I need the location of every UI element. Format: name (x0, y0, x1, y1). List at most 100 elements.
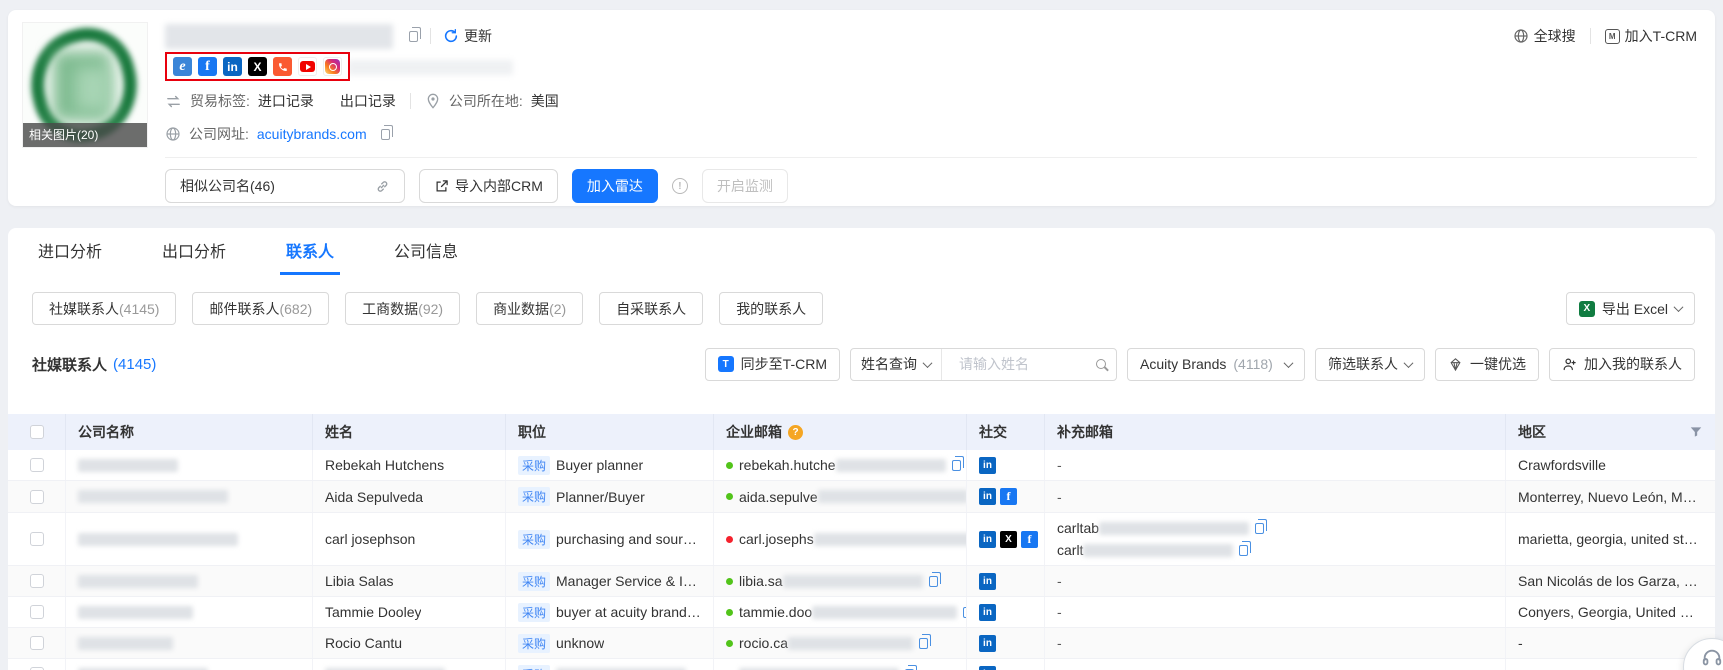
copy-icon[interactable] (1255, 523, 1264, 534)
facebook-icon[interactable]: f (1021, 531, 1038, 548)
website-icon[interactable]: e (173, 57, 192, 76)
facebook-icon[interactable]: f (198, 57, 217, 76)
select-all-checkbox[interactable] (30, 425, 44, 439)
redacted-text (78, 637, 173, 650)
tab-公司信息[interactable]: 公司信息 (388, 228, 464, 275)
copy-icon[interactable] (1239, 545, 1248, 556)
chevron-down-icon (923, 358, 933, 368)
linkedin-icon[interactable]: in (979, 488, 996, 505)
copy-company-name-icon[interactable] (409, 31, 418, 42)
copy-icon[interactable] (919, 638, 928, 649)
name-query-dropdown[interactable]: 姓名查询 (851, 349, 942, 380)
name-search-input[interactable] (949, 356, 1089, 372)
update-button[interactable]: 更新 (443, 26, 492, 46)
linkedin-icon[interactable]: in (979, 573, 996, 590)
export-excel-label: 导出 Excel (1602, 299, 1668, 319)
cell-social: in (967, 597, 1045, 627)
row-checkbox[interactable] (30, 605, 44, 619)
subtab-2[interactable]: 工商数据(92) (345, 292, 460, 325)
subtab-count: (2) (549, 301, 566, 317)
website-link[interactable]: acuitybrands.com (257, 126, 367, 142)
sync-tcrm-button[interactable]: T 同步至T-CRM (705, 348, 840, 381)
region-text: - (1518, 635, 1523, 651)
row-checkbox-cell (8, 659, 66, 670)
instagram-icon[interactable] (323, 57, 342, 76)
linkedin-icon[interactable]: in (979, 531, 996, 548)
tab-出口分析[interactable]: 出口分析 (156, 228, 232, 275)
linkedin-icon[interactable]: in (979, 666, 996, 670)
import-crm-button[interactable]: 导入内部CRM (419, 169, 558, 203)
tab-联系人[interactable]: 联系人 (280, 228, 340, 275)
cell-company (66, 659, 313, 670)
add-to-my-contacts-button[interactable]: 加入我的联系人 (1549, 348, 1695, 381)
subtab-label: 商业数据 (493, 299, 549, 319)
start-monitor-button[interactable]: 开启监测 (702, 169, 788, 203)
youtube-icon[interactable] (298, 57, 317, 76)
table-row: Libia Salas采购Manager Service & Invent...… (8, 566, 1715, 597)
export-excel-button[interactable]: X 导出 Excel (1566, 292, 1695, 325)
row-checkbox[interactable] (30, 490, 44, 504)
subtab-4[interactable]: 自采联系人 (599, 292, 703, 325)
linkedin-icon[interactable]: in (979, 604, 996, 621)
row-checkbox[interactable] (30, 574, 44, 588)
column-header-label: 社交 (979, 422, 1007, 442)
sync-tcrm-icon: T (718, 356, 734, 372)
position-text: purchasing and sourcing ... (556, 531, 701, 547)
add-to-my-contacts-label: 加入我的联系人 (1584, 354, 1682, 374)
position-text: Buyer planner (556, 457, 643, 473)
x-icon[interactable]: X (248, 57, 267, 76)
row-checkbox[interactable] (30, 636, 44, 650)
location-label: 公司所在地: (449, 91, 523, 111)
linkedin-icon[interactable]: in (223, 57, 242, 76)
copy-icon[interactable] (929, 576, 938, 587)
copy-website-icon[interactable] (381, 129, 390, 140)
copy-icon[interactable] (952, 460, 961, 471)
filter-contacts-dropdown[interactable]: 筛选联系人 (1315, 348, 1425, 381)
related-images-label[interactable]: 相关图片(20) (23, 123, 147, 147)
cell-position: 采购purchasing and sourcing ... (506, 513, 714, 565)
divider (430, 28, 431, 44)
procurement-tag: 采购 (518, 665, 550, 670)
subtab-count: (682) (279, 301, 312, 317)
facebook-icon[interactable]: f (1000, 488, 1017, 505)
cell-name: Aida Sepulveda (313, 481, 506, 512)
subtab-5[interactable]: 我的联系人 (719, 292, 823, 325)
trade-tag-1[interactable]: 出口记录 (340, 91, 396, 111)
filter-funnel-icon[interactable] (1689, 425, 1703, 439)
redacted-text (814, 533, 967, 546)
one-click-select-button[interactable]: 一键优选 (1435, 348, 1539, 381)
help-question-icon[interactable]: ? (788, 425, 803, 440)
tab-进口分析[interactable]: 进口分析 (32, 228, 108, 275)
redacted-text (78, 490, 228, 503)
trade-tag-0[interactable]: 进口记录 (258, 91, 314, 111)
company-filter-select[interactable]: Acuity Brands (4118) (1127, 348, 1305, 381)
row-checkbox[interactable] (30, 458, 44, 472)
subtab-0[interactable]: 社媒联系人(4145) (32, 292, 176, 325)
search-icon[interactable] (1096, 359, 1106, 369)
redacted-text (1099, 522, 1249, 535)
procurement-tag: 采购 (518, 487, 550, 506)
company-logo[interactable]: 相关图片(20) (22, 22, 148, 148)
cell-extra-email: carltabcarlt (1045, 513, 1506, 565)
similar-companies-button[interactable]: 相似公司名(46) (165, 169, 405, 203)
subtab-1[interactable]: 邮件联系人(682) (192, 292, 329, 325)
row-checkbox[interactable] (30, 532, 44, 546)
global-search-button[interactable]: 全球搜 (1513, 26, 1576, 46)
column-header-label: 企业邮箱 (726, 422, 782, 442)
logo-artwork (75, 67, 111, 111)
x-icon[interactable]: X (1000, 531, 1017, 548)
phone-icon[interactable] (273, 57, 292, 76)
subtab-3[interactable]: 商业数据(2) (476, 292, 583, 325)
info-icon[interactable]: ! (672, 178, 688, 194)
section-title-text: 社媒联系人 (32, 354, 107, 375)
add-radar-button[interactable]: 加入雷达 (572, 169, 658, 203)
email-prefix: rebekah.hutche (739, 457, 836, 473)
cell-email: aida.sepulve (714, 481, 967, 512)
email-status-dot (726, 462, 733, 469)
linkedin-icon[interactable]: in (979, 635, 996, 652)
trade-tags: 进口记录 出口记录 (258, 91, 396, 111)
join-tcrm-button[interactable]: M 加入T-CRM (1605, 26, 1697, 46)
linkedin-icon[interactable]: in (979, 457, 996, 474)
extra-email-prefix: carltab (1057, 517, 1099, 539)
redacted-text (783, 575, 923, 588)
